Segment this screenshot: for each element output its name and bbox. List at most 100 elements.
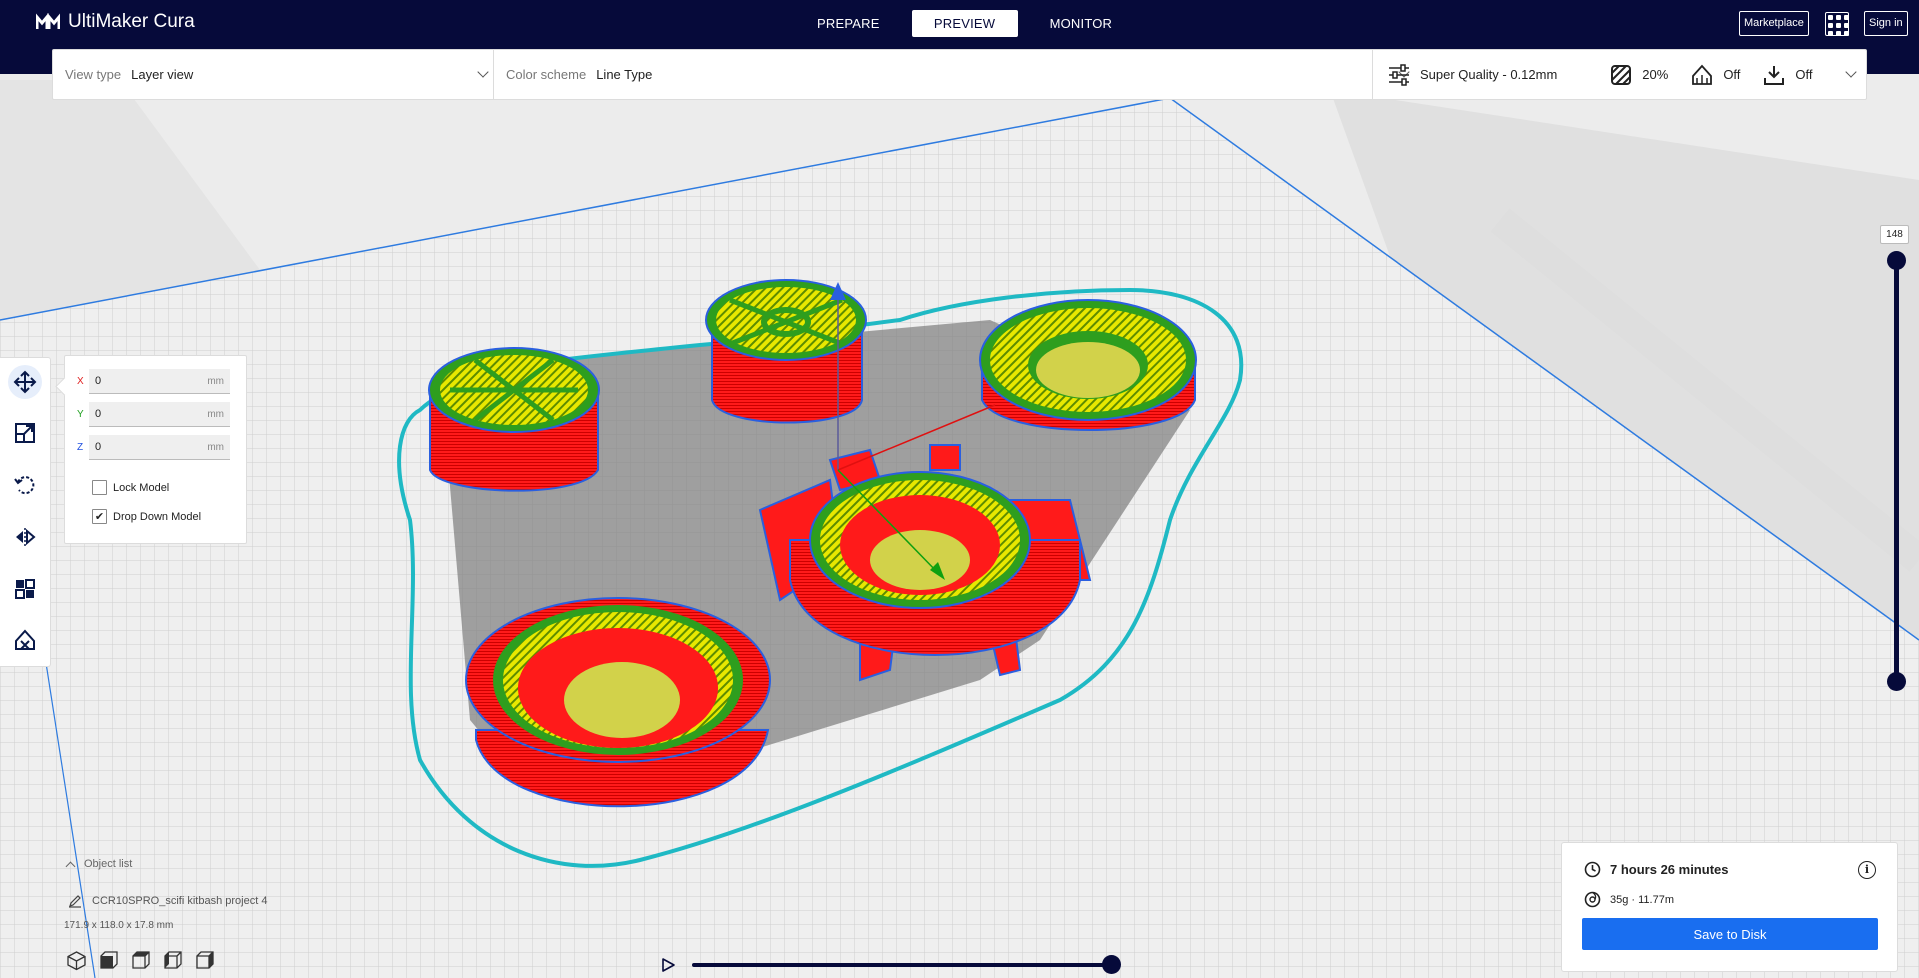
- x-position-input[interactable]: 0 mm: [89, 369, 230, 394]
- support-blocker-button[interactable]: [8, 623, 42, 657]
- x-axis-label: X: [77, 376, 84, 387]
- model-1: [428, 347, 600, 492]
- print-info-panel: 7 hours 26 minutes i 35g · 11.77m Save t…: [1561, 842, 1898, 972]
- view-toolbar: View type Layer view Color scheme Line T…: [52, 49, 1867, 100]
- move-tool-panel: X 0 mm Y 0 mm Z 0 mm Lock Model ✔ Drop D…: [64, 355, 247, 544]
- current-layer-input[interactable]: 148: [1880, 225, 1909, 244]
- color-scheme-label: Color scheme: [506, 67, 587, 82]
- ultimaker-logo-icon: [36, 13, 60, 29]
- color-scheme-dropdown[interactable]: Color scheme Line Type: [506, 50, 1418, 99]
- stage-tabs: PREPARE PREVIEW MONITOR: [797, 10, 1132, 37]
- adhesion-value: Off: [1795, 67, 1813, 82]
- tab-prepare[interactable]: PREPARE: [797, 10, 900, 37]
- x-axis-row: X 0 mm: [77, 369, 230, 394]
- simulation-bar: [660, 955, 1121, 975]
- 3d-viewport[interactable]: [0, 0, 1919, 978]
- clock-icon: [1584, 861, 1601, 878]
- checkmark-icon[interactable]: ✔: [92, 509, 107, 524]
- layer-upper-handle[interactable]: [1887, 251, 1906, 270]
- mirror-icon: [16, 528, 36, 546]
- sign-in-button[interactable]: Sign in: [1864, 11, 1908, 36]
- z-value: 0: [95, 441, 102, 453]
- object-dimensions: 171.9 x 118.0 x 17.8 mm: [64, 920, 174, 931]
- info-icon[interactable]: i: [1858, 861, 1876, 879]
- view-right-cube-icon[interactable]: [194, 950, 215, 971]
- chevron-down-icon: [1845, 66, 1857, 78]
- y-value: 0: [95, 408, 102, 420]
- infill-value: 20%: [1642, 67, 1669, 82]
- layer-slider-track[interactable]: [1894, 260, 1899, 685]
- build-plate-scene: [0, 0, 1919, 978]
- object-file-name: CCR10SPRO_scifi kitbash project 4: [92, 895, 268, 907]
- object-list-label: Object list: [84, 858, 133, 870]
- unit-label: mm: [207, 441, 224, 453]
- print-settings-selector[interactable]: Super Quality - 0.12mm 20% Off Off: [1387, 50, 1867, 99]
- x-value: 0: [95, 375, 102, 387]
- rotate-icon: [14, 476, 35, 495]
- scale-icon: [15, 423, 35, 443]
- z-position-input[interactable]: 0 mm: [89, 435, 230, 460]
- checkbox[interactable]: [92, 480, 107, 495]
- settings-sliders-icon: [1389, 63, 1409, 86]
- spool-icon: [1584, 891, 1601, 908]
- material-row: 35g · 11.77m: [1584, 891, 1674, 908]
- move-icon: [13, 370, 37, 394]
- tool-panel: [0, 357, 51, 667]
- unit-label: mm: [207, 375, 224, 387]
- support-icon: [1692, 64, 1713, 85]
- rotate-tool-button[interactable]: [8, 468, 42, 502]
- y-position-input[interactable]: 0 mm: [89, 402, 230, 427]
- move-tool-button[interactable]: [8, 365, 42, 399]
- view-top-cube-icon[interactable]: [130, 950, 151, 971]
- tab-preview[interactable]: PREVIEW: [911, 10, 1018, 37]
- object-list-toggle[interactable]: Object list: [65, 858, 360, 871]
- y-axis-row: Y 0 mm: [77, 402, 230, 427]
- adhesion-icon: [1764, 65, 1785, 85]
- object-file-row[interactable]: CCR10SPRO_scifi kitbash project 4: [68, 894, 267, 908]
- layer-slider[interactable]: 148: [1880, 225, 1919, 695]
- marketplace-button[interactable]: Marketplace: [1739, 11, 1809, 36]
- profile-name: Super Quality - 0.12mm: [1420, 67, 1558, 82]
- play-icon[interactable]: [660, 957, 676, 973]
- infill-icon: [1611, 64, 1632, 85]
- view-left-cube-icon[interactable]: [162, 950, 183, 971]
- object-list: Object list CCR10SPRO_scifi kitbash proj…: [60, 858, 360, 973]
- drop-down-model-label: Drop Down Model: [113, 510, 202, 523]
- tab-monitor[interactable]: MONITOR: [1030, 10, 1133, 37]
- unit-label: mm: [207, 408, 224, 420]
- scale-tool-button[interactable]: [8, 416, 42, 450]
- model-2: [705, 279, 867, 424]
- mirror-tool-button[interactable]: [8, 520, 42, 554]
- view-type-dropdown[interactable]: View type Layer view: [65, 50, 493, 99]
- support-blocker-icon: [15, 629, 35, 650]
- profile-item: Super Quality - 0.12mm: [1387, 63, 1558, 86]
- support-item: Off: [1690, 64, 1740, 86]
- material-usage: 35g · 11.77m: [1610, 893, 1675, 906]
- toolbar-divider: [1372, 50, 1373, 99]
- chevron-down-icon: [477, 66, 489, 78]
- support-value: Off: [1723, 67, 1741, 82]
- simulation-slider-track[interactable]: [692, 963, 1108, 967]
- model-3: [979, 299, 1197, 431]
- view-3d-cube-icon[interactable]: [66, 950, 87, 971]
- view-front-cube-icon[interactable]: [98, 950, 119, 971]
- z-axis-row: Z 0 mm: [77, 435, 230, 460]
- app-title: UltiMaker Cura: [68, 11, 195, 32]
- view-type-value: Layer view: [131, 67, 194, 82]
- camera-view-buttons: [66, 950, 215, 971]
- infill-item: 20%: [1609, 64, 1668, 86]
- save-to-disk-button[interactable]: Save to Disk: [1582, 918, 1878, 950]
- pencil-icon: [69, 895, 81, 908]
- toolbar-divider: [493, 50, 494, 99]
- drop-down-model-checkbox[interactable]: ✔ Drop Down Model: [92, 509, 201, 524]
- per-model-settings-button[interactable]: [8, 572, 42, 606]
- z-axis-label: Z: [77, 442, 84, 453]
- print-time: 7 hours 26 minutes: [1610, 862, 1729, 877]
- view-type-label: View type: [65, 67, 122, 82]
- layer-lower-handle[interactable]: [1887, 672, 1906, 691]
- apps-grid-icon[interactable]: [1825, 12, 1849, 36]
- simulation-slider-handle[interactable]: [1102, 955, 1121, 974]
- lock-model-checkbox[interactable]: Lock Model: [92, 480, 169, 495]
- color-scheme-value: Line Type: [596, 67, 653, 82]
- lock-model-label: Lock Model: [113, 481, 170, 494]
